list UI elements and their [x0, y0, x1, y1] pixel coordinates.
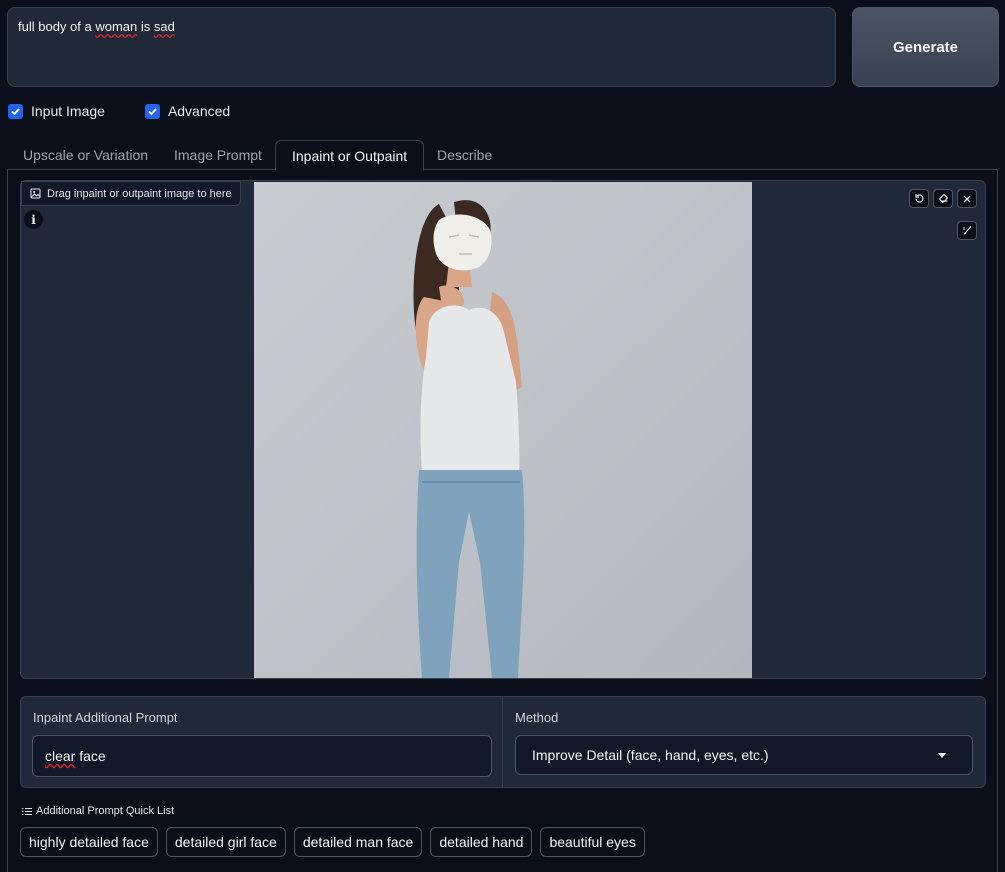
quick-prompt-chip[interactable]: detailed girl face	[165, 827, 286, 857]
image-icon	[30, 188, 41, 199]
checkmark-icon[interactable]	[144, 103, 160, 119]
undo-icon[interactable]	[909, 189, 929, 208]
tab-describe[interactable]: Describe	[421, 140, 508, 171]
drop-image-label: Drag inpaint or outpaint image to here	[47, 187, 232, 200]
tab-upscale-or-variation[interactable]: Upscale or Variation	[7, 140, 164, 171]
advanced-checkbox[interactable]: Advanced	[144, 103, 231, 119]
method-select[interactable]: Improve Detail (face, hand, eyes, etc.)	[515, 735, 973, 775]
drop-image-hint[interactable]: Drag inpaint or outpaint image to here	[21, 181, 241, 206]
quick-prompt-chip[interactable]: beautiful eyes	[540, 827, 645, 857]
quick-prompt-chip[interactable]: highly detailed face	[20, 827, 158, 857]
tab-inpaint-or-outpaint[interactable]: Inpaint or Outpaint	[275, 140, 425, 171]
close-icon[interactable]	[957, 189, 977, 208]
chevron-down-icon	[938, 753, 946, 758]
method-label: Method	[515, 710, 559, 725]
quick-prompt-chip[interactable]: detailed hand	[430, 827, 533, 857]
input-photo[interactable]	[254, 182, 752, 678]
input-image-label: Input Image	[31, 103, 105, 119]
list-icon	[22, 807, 32, 815]
inpaint-options: Inpaint Additional Prompt clear face Met…	[20, 696, 986, 788]
tab-bar: Upscale or Variation Image Prompt Inpain…	[7, 140, 998, 171]
prompt-text: full body of a woman is sad	[18, 19, 175, 34]
prompt-textarea[interactable]: full body of a woman is sad	[7, 7, 836, 87]
quick-list-title: Additional Prompt Quick List	[22, 805, 174, 817]
tab-image-prompt[interactable]: Image Prompt	[158, 140, 278, 171]
brush-icon[interactable]	[957, 221, 977, 240]
option-checkboxes: Input Image Advanced	[8, 103, 230, 119]
method-value: Improve Detail (face, hand, eyes, etc.)	[532, 747, 769, 763]
generate-button[interactable]: Generate	[852, 7, 999, 87]
input-image-checkbox[interactable]: Input Image	[8, 103, 105, 119]
checkmark-icon[interactable]	[8, 103, 23, 119]
eraser-icon[interactable]	[933, 189, 953, 208]
inpaint-prompt-label: Inpaint Additional Prompt	[33, 710, 178, 725]
quick-list: highly detailed face detailed girl face …	[20, 827, 645, 857]
advanced-label: Advanced	[167, 103, 231, 119]
inpaint-prompt-input[interactable]: clear face	[32, 735, 492, 777]
divider	[502, 697, 503, 787]
info-icon[interactable]: i	[24, 210, 43, 229]
quick-prompt-chip[interactable]: detailed man face	[293, 827, 423, 857]
